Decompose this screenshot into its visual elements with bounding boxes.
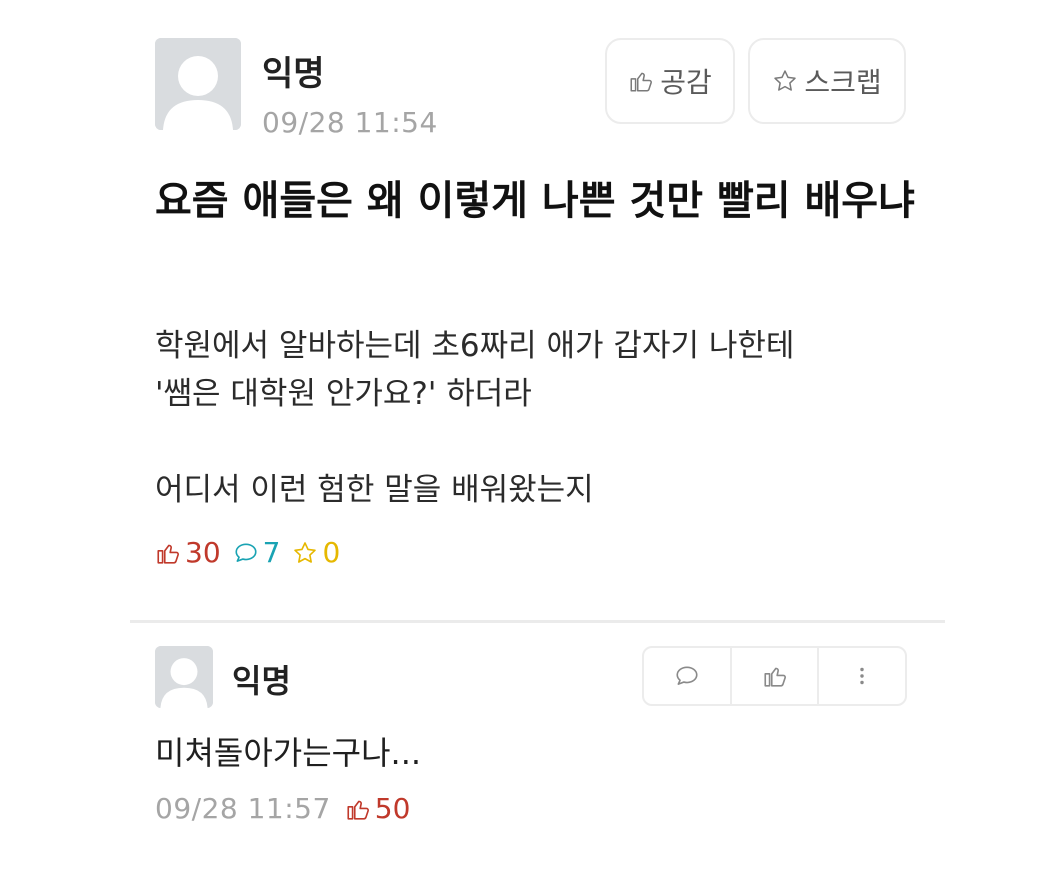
comment-avatar [155, 646, 213, 708]
thumbs-up-icon [347, 800, 369, 820]
like-count: 30 [155, 536, 221, 569]
star-icon [294, 541, 317, 563]
comment-count-value: 7 [262, 536, 281, 569]
scrap-button[interactable]: 스크랩 [748, 38, 906, 124]
comment-like-count-value: 50 [374, 792, 411, 825]
post-stats: 30 7 0 [155, 536, 340, 569]
scrap-count-value: 0 [322, 536, 341, 569]
post-author: 익명 [262, 54, 325, 94]
scrap-button-label: 스크랩 [804, 66, 882, 99]
post-timestamp: 09/28 11:54 [262, 106, 438, 139]
more-vertical-icon [860, 667, 864, 685]
post-body-paragraph: 학원에서 알바하는데 초6짜리 애가 갑자기 나한테 '쌤은 대학원 안가요?'… [155, 328, 795, 412]
comment-author: 익명 [232, 662, 291, 700]
post-body-paragraph: 어디서 이런 험한 말을 배워왔는지 [155, 472, 594, 508]
anonymous-avatar-icon [155, 38, 241, 130]
comment-action-bar [642, 646, 907, 706]
thumbs-up-icon [630, 72, 653, 92]
comment-meta: 09/28 11:57 50 [155, 792, 410, 825]
more-options-button[interactable] [817, 648, 905, 704]
thumbs-up-icon [763, 667, 786, 687]
post-avatar [155, 38, 241, 130]
post-body: 학원에서 알바하는데 초6짜리 애가 갑자기 나한테 '쌤은 대학원 안가요?'… [155, 322, 935, 514]
reply-button[interactable] [644, 648, 730, 704]
comment-like-button[interactable] [729, 648, 818, 704]
like-button[interactable]: 공감 [605, 38, 735, 124]
anonymous-avatar-icon [155, 646, 213, 708]
comment-icon [235, 543, 257, 562]
comment-count: 7 [233, 536, 281, 569]
comment-icon [676, 666, 698, 685]
like-button-label: 공감 [660, 66, 712, 99]
post-title: 요즘 애들은 왜 이렇게 나쁜 것만 빨리 배우냐 [155, 178, 915, 224]
comment-like-count: 50 [345, 792, 411, 825]
like-count-value: 30 [185, 536, 221, 569]
star-icon [774, 70, 797, 91]
thumbs-up-icon [157, 544, 179, 564]
comment-text: 미쳐돌아가는구나... [155, 734, 422, 772]
section-divider [130, 620, 945, 623]
scrap-count: 0 [292, 536, 340, 569]
comment-timestamp: 09/28 11:57 [155, 792, 331, 825]
